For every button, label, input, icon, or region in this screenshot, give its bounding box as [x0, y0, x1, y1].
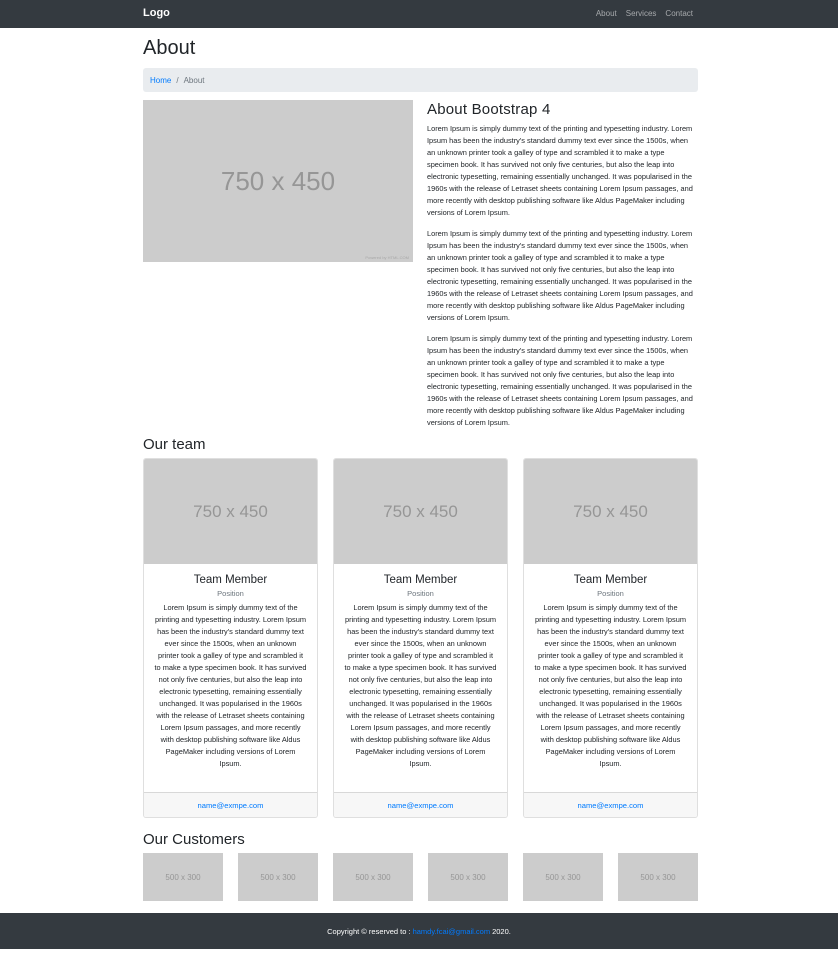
customer-logo-label: 500 x 300	[260, 872, 296, 882]
navbar: Logo About Services Contact	[0, 0, 838, 28]
footer: Copyright © reserved to : hamdy.fcai@gma…	[0, 913, 838, 949]
customer-logo-label: 500 x 300	[545, 872, 581, 882]
about-paragraph: Lorem Ipsum is simply dummy text of the …	[427, 124, 693, 217]
nav-link-about[interactable]: About	[596, 9, 617, 18]
team-member-email-link[interactable]: name@exmpe.com	[578, 801, 644, 810]
customer-logo: 500 x 300	[523, 853, 603, 901]
navbar-links: About Services Contact	[596, 9, 693, 18]
team-member-photo-label: 750 x 450	[573, 501, 648, 521]
customer-logo-label: 500 x 300	[450, 872, 486, 882]
customer-logo: 500 x 300	[428, 853, 508, 901]
customer-logo: 500 x 300	[238, 853, 318, 901]
team-member-photo: 750 x 450	[524, 459, 697, 564]
team-member-description: Lorem Ipsum is simply dummy text of the …	[344, 603, 497, 768]
team-member-email-link[interactable]: name@exmpe.com	[388, 801, 454, 810]
breadcrumb-current: About	[183, 75, 205, 85]
team-member-email-link[interactable]: name@exmpe.com	[198, 801, 264, 810]
team-member-photo-label: 750 x 450	[383, 501, 458, 521]
about-image-label: 750 x 450	[220, 165, 336, 196]
about-heading: About Bootstrap 4	[427, 101, 551, 118]
team-member-position: Position	[407, 589, 434, 598]
about-paragraph: Lorem Ipsum is simply dummy text of the …	[427, 334, 693, 427]
team-card-body: Team Member Position Lorem Ipsum is simp…	[144, 564, 317, 770]
customer-logo: 500 x 300	[618, 853, 698, 901]
team-card-body: Team Member Position Lorem Ipsum is simp…	[334, 564, 507, 770]
customer-logo: 500 x 300	[333, 853, 413, 901]
team-section-title: Our team	[143, 436, 206, 453]
team-card-body: Team Member Position Lorem Ipsum is simp…	[524, 564, 697, 770]
team-member-name: Team Member	[573, 574, 648, 586]
team-member-description: Lorem Ipsum is simply dummy text of the …	[154, 603, 307, 768]
team-member-photo-label: 750 x 450	[193, 501, 268, 521]
navbar-brand[interactable]: Logo	[143, 7, 170, 19]
team-card: 750 x 450 Team Member Position Lorem Ips…	[143, 458, 318, 818]
team-member-name: Team Member	[383, 574, 458, 586]
footer-email-link[interactable]: hamdy.fcai@gmail.com	[413, 927, 491, 936]
about-text: About Bootstrap 4 Lorem Ipsum is simply …	[427, 101, 698, 438]
team-card-footer: name@exmpe.com	[144, 792, 317, 817]
about-paragraph: Lorem Ipsum is simply dummy text of the …	[427, 229, 693, 322]
footer-copyright-prefix: Copyright © reserved to :	[327, 926, 411, 936]
team-card: 750 x 450 Team Member Position Lorem Ips…	[523, 458, 698, 818]
customer-logo-label: 500 x 300	[355, 872, 391, 882]
about-image: 750 x 450 Powered by HTML.COM	[143, 100, 413, 262]
team-card: 750 x 450 Team Member Position Lorem Ips…	[333, 458, 508, 818]
team-member-photo: 750 x 450	[334, 459, 507, 564]
customer-logo-label: 500 x 300	[640, 872, 676, 882]
team-member-position: Position	[217, 589, 244, 598]
team-member-description: Lorem Ipsum is simply dummy text of the …	[534, 603, 687, 768]
customer-logo-label: 500 x 300	[165, 872, 201, 882]
nav-link-contact[interactable]: Contact	[665, 9, 693, 18]
team-member-position: Position	[597, 589, 624, 598]
team-card-footer: name@exmpe.com	[524, 792, 697, 817]
page-title: About	[143, 37, 196, 59]
breadcrumb-separator: /	[176, 75, 179, 85]
customers-section-title: Our Customers	[143, 831, 245, 848]
team-member-name: Team Member	[193, 574, 268, 586]
about-image-watermark: Powered by HTML.COM	[365, 255, 409, 260]
customer-logo: 500 x 300	[143, 853, 223, 901]
team-card-footer: name@exmpe.com	[334, 792, 507, 817]
nav-link-services[interactable]: Services	[626, 9, 657, 18]
footer-year: 2020.	[492, 926, 511, 936]
breadcrumb: Home / About	[143, 68, 698, 92]
team-member-photo: 750 x 450	[144, 459, 317, 564]
breadcrumb-home-link[interactable]: Home	[150, 76, 171, 85]
